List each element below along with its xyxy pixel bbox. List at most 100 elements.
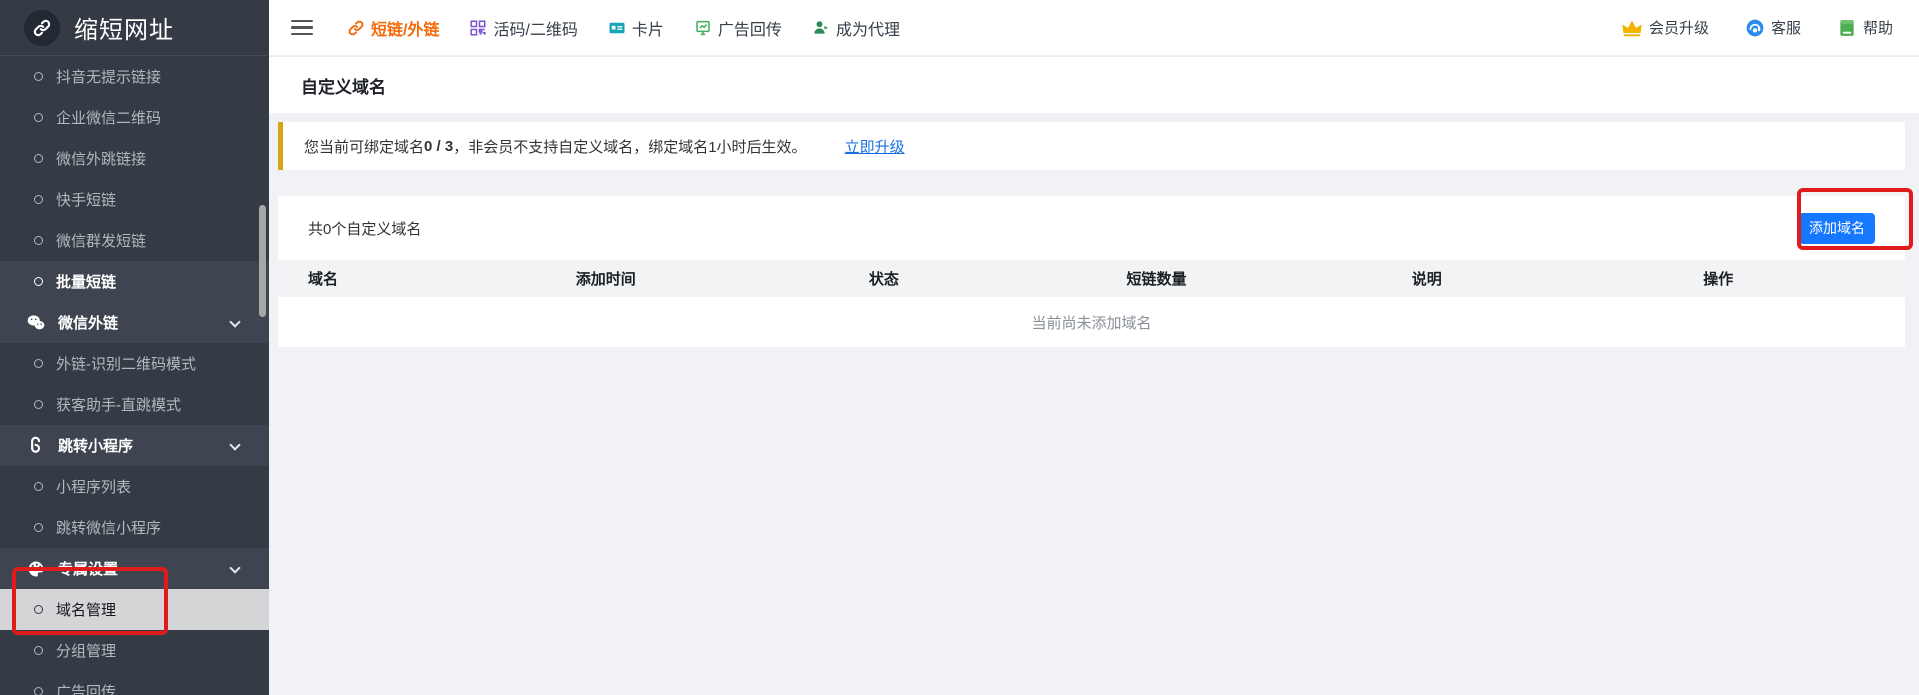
agent-person-icon (812, 19, 830, 37)
add-domain-button[interactable]: 添加域名 (1799, 213, 1875, 244)
column-header-shortlink-count: 短链数量 (1021, 268, 1292, 289)
column-header-actions: 操作 (1562, 268, 1875, 289)
sidebar-group-wechat-external-link[interactable]: 微信外链 (0, 302, 269, 343)
circle-icon (34, 154, 43, 163)
sidebar-item-wechat-mass-shortlink[interactable]: 微信群发短链 (0, 220, 269, 261)
circle-icon (34, 195, 43, 204)
member-upgrade-button[interactable]: 会员升级 (1621, 17, 1709, 39)
sidebar-menu: 抖音无提示链接 企业微信二维码 微信外跳链接 快手短链 微信群发短链 批量短链 … (0, 56, 269, 695)
sidebar-item-label: 广告回传 (56, 681, 116, 695)
customer-service-button[interactable]: 客服 (1745, 17, 1801, 38)
tab-label: 广告回传 (718, 16, 782, 40)
topbar-right: 会员升级 客服 帮助 (1621, 17, 1893, 39)
sidebar-item-batch-shortlink[interactable]: 批量短链 (0, 261, 269, 302)
sidebar-item-jump-wechat-miniprogram[interactable]: 跳转微信小程序 (0, 507, 269, 548)
column-header-status: 状态 (747, 268, 1021, 289)
chevron-down-icon (229, 439, 240, 450)
sidebar-item-ad-callback[interactable]: 广告回传 (0, 671, 269, 695)
tab-become-agent[interactable]: 成为代理 (812, 16, 900, 40)
circle-icon (34, 646, 43, 655)
sidebar-item-label: 外链-识别二维码模式 (56, 353, 196, 374)
circle-icon (34, 482, 43, 491)
circle-icon (34, 605, 43, 614)
table-card-header: 共0个自定义域名 添加域名 (278, 196, 1905, 260)
tab-ad-callback[interactable]: 广告回传 (694, 16, 782, 40)
sidebar-item-label: 快手短链 (56, 189, 116, 210)
sidebar-item-label: 专属设置 (58, 558, 118, 579)
main-content: 自定义域名 您当前可绑定域名0 / 3，非会员不支持自定义域名，绑定域名1小时后… (269, 56, 1919, 695)
sidebar-item-label: 跳转小程序 (58, 435, 133, 456)
qrcode-icon (469, 19, 487, 37)
chevron-down-icon (229, 562, 240, 573)
notice-quota-value: 0 / 3 (424, 138, 453, 155)
crown-icon (1621, 17, 1643, 39)
sidebar-group-jump-miniprogram[interactable]: 跳转小程序 (0, 425, 269, 466)
sidebar-item-wechat-jump-link[interactable]: 微信外跳链接 (0, 138, 269, 179)
upgrade-now-link[interactable]: 立即升级 (845, 136, 905, 157)
sidebar-group-exclusive-settings[interactable]: 专属设置 (0, 548, 269, 589)
top-navigation: 短链/外链 活码/二维码 卡片 广告回传 (347, 16, 900, 40)
sidebar-item-kuaishou-shortlink[interactable]: 快手短链 (0, 179, 269, 220)
column-header-description: 说明 (1292, 268, 1562, 289)
topbar-item-label: 帮助 (1863, 17, 1893, 38)
ad-callback-icon (694, 19, 712, 37)
sidebar-item-wecom-qrcode[interactable]: 企业微信二维码 (0, 97, 269, 138)
sidebar-item-label: 分组管理 (56, 640, 116, 661)
app-logo[interactable]: 缩短网址 (0, 0, 269, 56)
tab-label: 短链/外链 (371, 16, 439, 40)
app-title: 缩短网址 (74, 10, 174, 45)
sidebar-item-label: 微信外链 (58, 312, 118, 333)
sidebar-item-douyin-link[interactable]: 抖音无提示链接 (0, 56, 269, 97)
topbar-item-label: 会员升级 (1649, 17, 1709, 38)
link-icon (347, 19, 365, 37)
domain-table-card: 共0个自定义域名 添加域名 域名 添加时间 状态 短链数量 说明 操作 当前尚未… (278, 196, 1905, 347)
notice-text-suffix: ，非会员不支持自定义域名，绑定域名1小时后生效。 (453, 136, 806, 157)
help-book-icon (1837, 18, 1857, 38)
page-title: 自定义域名 (269, 56, 1919, 113)
tab-label: 活码/二维码 (493, 16, 577, 40)
circle-icon (34, 400, 43, 409)
tab-card[interactable]: 卡片 (608, 16, 664, 40)
sidebar-scrollbar[interactable] (259, 205, 266, 317)
sidebar-item-label: 批量短链 (56, 271, 116, 292)
column-header-added-time: 添加时间 (465, 268, 747, 289)
sidebar-item-label: 微信群发短链 (56, 230, 146, 251)
circle-icon (34, 236, 43, 245)
sidebar: 缩短网址 抖音无提示链接 企业微信二维码 微信外跳链接 快手短链 微信群发短链 … (0, 0, 269, 695)
circle-icon (34, 359, 43, 368)
hamburger-menu-icon[interactable] (291, 20, 313, 36)
card-icon (608, 19, 626, 37)
topbar-item-label: 客服 (1771, 17, 1801, 38)
table-empty-state: 当前尚未添加域名 (278, 297, 1905, 347)
quota-notice-bar: 您当前可绑定域名0 / 3，非会员不支持自定义域名，绑定域名1小时后生效。 立即… (278, 122, 1905, 170)
circle-icon (34, 72, 43, 81)
sidebar-item-extlink-qrcode-mode[interactable]: 外链-识别二维码模式 (0, 343, 269, 384)
sidebar-item-customer-helper-direct-mode[interactable]: 获客助手-直跳模式 (0, 384, 269, 425)
tab-livecode-qrcode[interactable]: 活码/二维码 (469, 16, 577, 40)
table-header-row: 域名 添加时间 状态 短链数量 说明 操作 (278, 260, 1905, 297)
link-logo-icon (24, 10, 60, 46)
circle-icon (34, 687, 43, 695)
sidebar-item-label: 抖音无提示链接 (56, 66, 161, 87)
sidebar-item-label: 微信外跳链接 (56, 148, 146, 169)
miniprogram-icon (26, 436, 46, 456)
help-button[interactable]: 帮助 (1837, 17, 1893, 38)
sidebar-item-label: 小程序列表 (56, 476, 131, 497)
tab-label: 卡片 (632, 16, 664, 40)
circle-icon (34, 277, 43, 286)
circle-icon (34, 113, 43, 122)
sidebar-item-label: 获客助手-直跳模式 (56, 394, 181, 415)
circle-icon (34, 523, 43, 532)
domain-count-summary: 共0个自定义域名 (308, 218, 421, 239)
tab-label: 成为代理 (836, 16, 900, 40)
tab-shortlink-extlink[interactable]: 短链/外链 (347, 16, 439, 40)
customer-service-icon (1745, 18, 1765, 38)
sidebar-item-miniprogram-list[interactable]: 小程序列表 (0, 466, 269, 507)
sidebar-item-label: 企业微信二维码 (56, 107, 161, 128)
column-header-domain: 域名 (308, 268, 465, 289)
sidebar-item-domain-management[interactable]: 域名管理 (0, 589, 269, 630)
topbar: 短链/外链 活码/二维码 卡片 广告回传 (269, 0, 1919, 56)
notice-text-prefix: 您当前可绑定域名 (304, 136, 424, 157)
wechat-icon (26, 313, 46, 333)
sidebar-item-group-management[interactable]: 分组管理 (0, 630, 269, 671)
